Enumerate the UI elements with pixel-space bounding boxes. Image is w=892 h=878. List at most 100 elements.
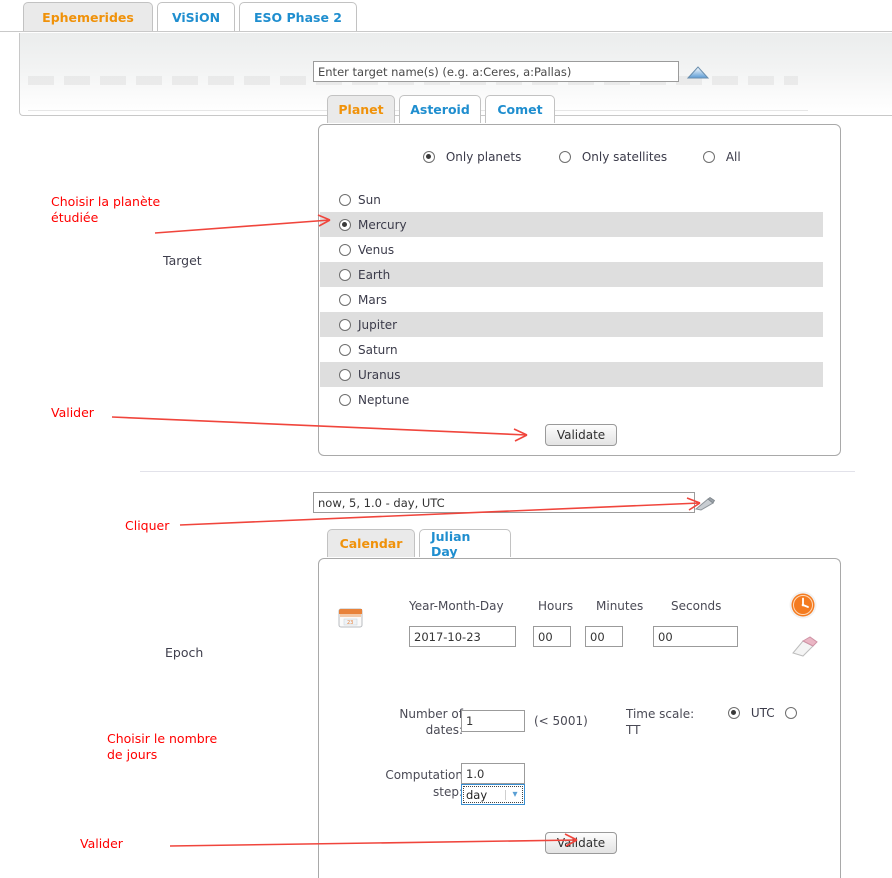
radio-saturn[interactable] bbox=[339, 343, 351, 356]
epoch-validate-button[interactable]: Validate bbox=[545, 832, 617, 854]
body-row-sun[interactable]: Sun bbox=[320, 187, 823, 212]
number-of-dates-label-line2: dates: bbox=[425, 723, 463, 737]
filter-only-planets[interactable]: Only planets bbox=[423, 150, 521, 164]
body-row-neptune[interactable]: Neptune bbox=[320, 387, 823, 412]
tab-ephemerides-label: Ephemerides bbox=[42, 9, 134, 25]
body-row-mars[interactable]: Mars bbox=[320, 287, 823, 312]
calendar-icon[interactable]: 23 bbox=[337, 605, 365, 631]
radio-only-satellites[interactable] bbox=[559, 151, 571, 163]
body-row-earth[interactable]: Earth bbox=[320, 262, 823, 287]
epoch-validate-label: Validate bbox=[556, 836, 606, 850]
header-year-month-day: Year-Month-Day bbox=[409, 599, 504, 613]
annotation-validate-epoch: Valider bbox=[80, 836, 123, 851]
svg-text:23: 23 bbox=[347, 620, 353, 626]
radio-neptune[interactable] bbox=[339, 393, 351, 406]
filter-only-planets-label: Only planets bbox=[445, 150, 522, 164]
time-scale-tt-label: TT bbox=[626, 723, 641, 737]
body-row-saturn[interactable]: Saturn bbox=[320, 337, 823, 362]
body-row-venus[interactable]: Venus bbox=[320, 237, 823, 262]
clock-icon[interactable] bbox=[788, 590, 818, 620]
target-validate-button[interactable]: Validate bbox=[545, 424, 617, 446]
body-label-venus: Venus bbox=[358, 242, 395, 257]
body-label-uranus: Uranus bbox=[358, 367, 401, 382]
epoch-section-label: Epoch bbox=[165, 645, 204, 660]
radio-sun[interactable] bbox=[339, 193, 351, 206]
radio-tt-circle[interactable] bbox=[785, 707, 797, 719]
target-name-input[interactable] bbox=[313, 61, 679, 82]
tab-vision[interactable]: ViSiON bbox=[157, 2, 235, 31]
radio-uranus[interactable] bbox=[339, 368, 351, 381]
body-row-jupiter[interactable]: Jupiter bbox=[320, 312, 823, 337]
radio-venus[interactable] bbox=[339, 243, 351, 256]
tab-eso-phase-2-label: ESO Phase 2 bbox=[254, 9, 342, 25]
body-label-earth: Earth bbox=[358, 267, 391, 282]
tab-eso-phase-2[interactable]: ESO Phase 2 bbox=[239, 2, 357, 31]
computation-step-unit-select[interactable]: day ▾ bbox=[461, 784, 525, 805]
body-label-saturn: Saturn bbox=[358, 342, 398, 357]
tab-ephemerides[interactable]: Ephemerides bbox=[23, 2, 153, 31]
tab-baseline bbox=[0, 31, 892, 32]
filter-only-satellites-label: Only satellites bbox=[581, 150, 668, 164]
hours-input[interactable] bbox=[533, 626, 571, 647]
radio-utc[interactable] bbox=[728, 707, 740, 719]
chevron-down-icon[interactable]: ▾ bbox=[505, 789, 524, 800]
radio-all[interactable] bbox=[703, 151, 715, 163]
subtab-comet-label: Comet bbox=[497, 102, 543, 117]
radio-tt[interactable] bbox=[785, 706, 797, 720]
subtab-planet[interactable]: Planet bbox=[327, 95, 395, 123]
subtab-asteroid[interactable]: Asteroid bbox=[399, 95, 481, 123]
radio-mars[interactable] bbox=[339, 293, 351, 306]
target-panel: Only planets Only satellites All Sun Mer… bbox=[318, 124, 841, 456]
radio-jupiter[interactable] bbox=[339, 318, 351, 331]
minutes-input[interactable] bbox=[585, 626, 623, 647]
epoch-panel: 23 Year-Month-Day Hours Minutes Seconds … bbox=[318, 558, 841, 878]
subtab-calendar[interactable]: Calendar bbox=[327, 529, 415, 557]
number-of-dates-label-line1: Number of bbox=[399, 707, 463, 721]
time-scale-label: Time scale: bbox=[626, 707, 695, 721]
annotation-choose-planet-line1: Choisir la planète bbox=[51, 194, 161, 209]
body-label-sun: Sun bbox=[358, 192, 381, 207]
body-label-mercury: Mercury bbox=[358, 217, 407, 232]
annotation-click: Cliquer bbox=[125, 518, 170, 533]
time-scale-utc-option[interactable]: UTC bbox=[728, 706, 775, 720]
number-of-dates-hint: (< 5001) bbox=[534, 714, 588, 728]
eraser-icon[interactable] bbox=[789, 635, 819, 659]
radio-mercury[interactable] bbox=[339, 218, 351, 231]
radio-earth[interactable] bbox=[339, 268, 351, 281]
section-separator bbox=[140, 471, 855, 472]
annotation-choose-days: Choisir le nombre de jours bbox=[107, 731, 217, 763]
date-input[interactable] bbox=[409, 626, 516, 647]
annotation-choose-days-line2: de jours bbox=[107, 747, 158, 762]
computation-step-unit-value: day bbox=[466, 787, 488, 802]
subtab-julian-day-label: Julian Day bbox=[431, 528, 471, 559]
computation-step-label-line2: step: bbox=[433, 785, 463, 799]
subtab-julian-day[interactable]: Julian Day bbox=[419, 528, 511, 559]
filter-only-satellites[interactable]: Only satellites bbox=[559, 150, 667, 164]
number-of-dates-input[interactable] bbox=[461, 710, 525, 732]
filter-all[interactable]: All bbox=[703, 150, 741, 164]
epoch-summary-input[interactable] bbox=[313, 492, 695, 513]
body-row-uranus[interactable]: Uranus bbox=[320, 362, 823, 387]
top-tab-bar: Ephemerides ViSiON ESO Phase 2 bbox=[0, 0, 892, 32]
body-label-jupiter: Jupiter bbox=[358, 317, 398, 332]
subtab-comet[interactable]: Comet bbox=[485, 95, 555, 123]
subtab-asteroid-label: Asteroid bbox=[410, 102, 470, 117]
computation-step-input[interactable] bbox=[461, 763, 525, 784]
filter-all-label: All bbox=[725, 150, 741, 164]
body-row-mercury[interactable]: Mercury bbox=[320, 212, 823, 237]
seconds-input[interactable] bbox=[653, 626, 738, 647]
body-label-neptune: Neptune bbox=[358, 392, 410, 407]
pencil-icon[interactable] bbox=[694, 496, 716, 512]
triangle-up-icon[interactable] bbox=[686, 65, 710, 79]
header-minutes: Minutes bbox=[596, 599, 644, 613]
radio-only-planets[interactable] bbox=[423, 151, 435, 163]
computation-step-label-line1: Computation bbox=[385, 768, 463, 782]
annotation-choose-planet: Choisir la planète étudiée bbox=[51, 194, 160, 226]
annotation-choose-days-line1: Choisir le nombre bbox=[107, 731, 218, 746]
body-label-mars: Mars bbox=[358, 292, 387, 307]
header-hours: Hours bbox=[538, 599, 574, 613]
target-section-label: Target bbox=[163, 253, 202, 268]
subtab-planet-label: Planet bbox=[338, 102, 384, 117]
time-scale-utc-label: UTC bbox=[750, 706, 775, 720]
subtab-calendar-label: Calendar bbox=[339, 536, 403, 551]
